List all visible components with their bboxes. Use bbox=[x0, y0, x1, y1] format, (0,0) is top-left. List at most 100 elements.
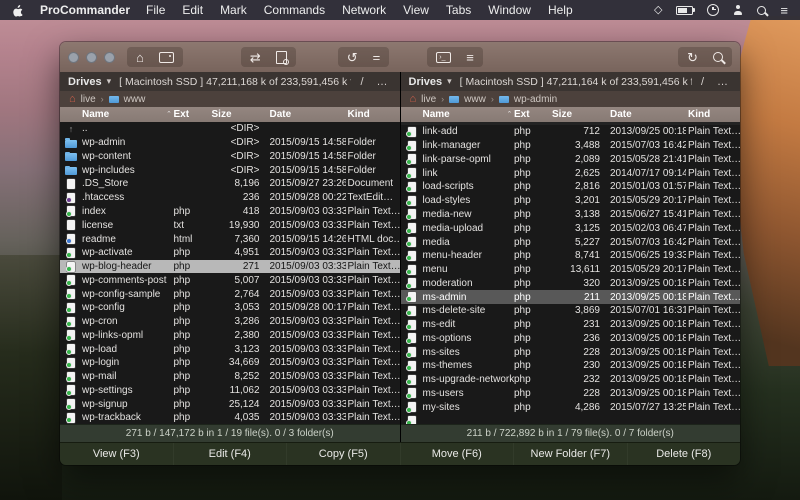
function-key-button[interactable]: Move (F6) bbox=[401, 443, 515, 465]
column-kind[interactable]: Kind bbox=[686, 109, 740, 120]
view-list-icon[interactable]: ≡ bbox=[466, 51, 474, 64]
menu-item[interactable]: Window bbox=[488, 3, 531, 17]
table-row[interactable]: ms-upgrade-network php 232 2013/09/25 00… bbox=[401, 373, 741, 387]
table-row[interactable]: wp-signup php 25,124 2015/09/03 03:33 Pl… bbox=[60, 397, 400, 411]
table-row[interactable]: .DS_Store 8,196 2015/09/27 23:26 Documen… bbox=[60, 177, 400, 191]
table-row[interactable]: wp-load php 3,123 2015/09/03 03:33 Plain… bbox=[60, 342, 400, 356]
column-size[interactable]: Size bbox=[552, 109, 604, 120]
table-row[interactable]: link-add php 712 2013/09/25 00:18 Plain … bbox=[401, 125, 741, 139]
minimize-button[interactable] bbox=[86, 52, 97, 63]
menu-item[interactable]: Network bbox=[342, 3, 386, 17]
function-key-button[interactable]: Edit (F4) bbox=[174, 443, 288, 465]
terminal-icon[interactable]: ›_ bbox=[436, 52, 451, 63]
table-row[interactable]: wp-cron php 3,286 2015/09/03 03:33 Plain… bbox=[60, 315, 400, 329]
table-row[interactable]: menu php 13,611 2015/05/29 20:17 Plain T… bbox=[401, 263, 741, 277]
column-kind[interactable]: Kind bbox=[346, 109, 400, 120]
zoom-button[interactable] bbox=[104, 52, 115, 63]
menu-item[interactable]: Help bbox=[548, 3, 573, 17]
column-date[interactable]: Date bbox=[604, 109, 686, 120]
table-row[interactable]: link php 2,625 2014/07/17 09:14 Plain Te… bbox=[401, 166, 741, 180]
app-menu-title[interactable]: ProCommander bbox=[40, 3, 130, 17]
table-row[interactable]: moderation php 320 2013/09/25 00:18 Plai… bbox=[401, 276, 741, 290]
notification-list-icon[interactable]: ≡ bbox=[780, 4, 788, 17]
search-icon[interactable] bbox=[757, 6, 766, 15]
user-icon[interactable] bbox=[733, 5, 743, 15]
root-button[interactable]: / bbox=[697, 76, 708, 88]
table-row[interactable]: ms-delete-site php 3,869 2015/07/01 16:3… bbox=[401, 304, 741, 318]
table-row[interactable]: menu-header php 8,741 2015/06/25 19:33 P… bbox=[401, 249, 741, 263]
table-row[interactable]: link-manager php 3,488 2015/07/03 16:42 … bbox=[401, 139, 741, 153]
table-row[interactable]: media-upload php 3,125 2015/02/03 06:47 … bbox=[401, 221, 741, 235]
column-ext[interactable]: Ext bbox=[514, 109, 552, 120]
menu-item[interactable]: View bbox=[403, 3, 429, 17]
table-row[interactable]: wp-settings php 11,062 2015/09/03 03:33 … bbox=[60, 384, 400, 398]
table-row[interactable]: media php 5,227 2015/07/03 16:42 Plain T… bbox=[401, 235, 741, 249]
more-button[interactable]: … bbox=[373, 76, 392, 88]
column-name[interactable]: Name ˆ bbox=[60, 109, 174, 120]
table-row[interactable]: load-scripts php 2,816 2015/01/03 01:57 … bbox=[401, 180, 741, 194]
search-icon[interactable] bbox=[713, 52, 723, 62]
menu-item[interactable]: File bbox=[146, 3, 165, 17]
menu-item[interactable]: Commands bbox=[264, 3, 325, 17]
column-name[interactable]: Name ˆ bbox=[401, 109, 515, 120]
table-row[interactable]: wp-links-opml php 2,380 2015/09/03 03:33… bbox=[60, 328, 400, 342]
table-row[interactable]: wp-includes <DIR> 2015/09/15 14:58 Folde… bbox=[60, 163, 400, 177]
function-key-button[interactable]: New Folder (F7) bbox=[514, 443, 628, 465]
file-search-icon[interactable] bbox=[276, 51, 287, 64]
equal-panes-icon[interactable]: = bbox=[373, 51, 381, 64]
column-date[interactable]: Date bbox=[264, 109, 346, 120]
tag-icon[interactable]: ◇ bbox=[654, 5, 662, 16]
column-size[interactable]: Size bbox=[212, 109, 264, 120]
table-row[interactable]: wp-config php 3,053 2015/09/28 00:17 Pla… bbox=[60, 301, 400, 315]
drives-dropdown[interactable]: Drives bbox=[409, 76, 443, 88]
breadcrumb-root[interactable]: live bbox=[81, 94, 96, 105]
close-button[interactable] bbox=[68, 52, 79, 63]
table-row[interactable]: ms-options php 236 2013/09/25 00:18 Plai… bbox=[401, 331, 741, 345]
breadcrumb-root[interactable]: live bbox=[421, 94, 436, 105]
function-key-button[interactable]: View (F3) bbox=[60, 443, 174, 465]
refresh-icon[interactable]: ↺ bbox=[347, 51, 358, 64]
table-row[interactable]: ms-sites php 228 2013/09/25 00:18 Plain … bbox=[401, 345, 741, 359]
table-row[interactable]: .htaccess 236 2015/09/28 00:22 TextEdit… bbox=[60, 191, 400, 205]
table-row[interactable]: my-sites php 4,286 2015/07/27 13:25 Plai… bbox=[401, 400, 741, 414]
breadcrumb-item[interactable]: www bbox=[464, 94, 486, 105]
swap-panes-icon[interactable]: ⇄ bbox=[250, 51, 261, 64]
more-button[interactable]: … bbox=[713, 76, 732, 88]
table-row[interactable]: ms-themes php 230 2013/09/25 00:18 Plain… bbox=[401, 359, 741, 373]
table-row[interactable]: wp-login php 34,669 2015/09/03 03:33 Pla… bbox=[60, 356, 400, 370]
table-row[interactable]: wp-mail php 8,252 2015/09/03 03:33 Plain… bbox=[60, 370, 400, 384]
clock-icon[interactable] bbox=[707, 4, 719, 16]
table-row[interactable]: readme html 7,360 2015/09/15 14:26 HTML … bbox=[60, 232, 400, 246]
battery-icon[interactable] bbox=[676, 6, 693, 15]
table-row[interactable]: ms-users php 228 2013/09/25 00:18 Plain … bbox=[401, 387, 741, 401]
table-row[interactable]: media-new php 3,138 2015/06/27 15:41 Pla… bbox=[401, 208, 741, 222]
drives-dropdown[interactable]: Drives bbox=[68, 76, 102, 88]
table-row[interactable]: wp-content <DIR> 2015/09/15 14:58 Folder bbox=[60, 150, 400, 164]
home-icon[interactable]: ⌂ bbox=[69, 94, 76, 105]
table-row[interactable]: license txt 19,930 2015/09/03 03:33 Plai… bbox=[60, 218, 400, 232]
chevron-down-icon[interactable]: ▾ bbox=[447, 76, 452, 87]
table-row[interactable]: wp-comments-post php 5,007 2015/09/03 03… bbox=[60, 273, 400, 287]
home-icon[interactable]: ⌂ bbox=[136, 51, 144, 64]
table-row[interactable]: index php 418 2015/09/03 03:33 Plain Tex… bbox=[60, 205, 400, 219]
menu-item[interactable]: Tabs bbox=[446, 3, 471, 17]
apple-icon[interactable] bbox=[12, 3, 24, 17]
sync-icon[interactable]: ↻ bbox=[687, 51, 698, 64]
table-row[interactable]: wp-admin <DIR> 2015/09/15 14:58 Folder bbox=[60, 136, 400, 150]
table-row[interactable]: wp-trackback php 4,035 2015/09/03 03:33 … bbox=[60, 411, 400, 424]
function-key-button[interactable]: Delete (F8) bbox=[628, 443, 741, 465]
table-row[interactable]: .. <DIR> bbox=[60, 122, 400, 136]
table-row[interactable]: wp-blog-header php 271 2015/09/03 03:33 … bbox=[60, 260, 400, 274]
table-row[interactable]: wp-config-sample php 2,764 2015/09/03 03… bbox=[60, 287, 400, 301]
menu-item[interactable]: Edit bbox=[182, 3, 203, 17]
table-row[interactable]: link-parse-opml php 2,089 2015/05/28 21:… bbox=[401, 153, 741, 167]
column-ext[interactable]: Ext bbox=[174, 109, 212, 120]
home-icon[interactable]: ⌂ bbox=[410, 94, 417, 105]
menu-item[interactable]: Mark bbox=[220, 3, 247, 17]
chevron-down-icon[interactable]: ▾ bbox=[107, 76, 112, 87]
breadcrumb-item[interactable]: wp-admin bbox=[514, 94, 557, 105]
table-row[interactable]: ms-edit php 231 2013/09/25 00:18 Plain T… bbox=[401, 318, 741, 332]
function-key-button[interactable]: Copy (F5) bbox=[287, 443, 401, 465]
table-row[interactable]: ms-admin php 211 2013/09/25 00:18 Plain … bbox=[401, 290, 741, 304]
table-row[interactable]: load-styles php 3,201 2015/05/29 20:17 P… bbox=[401, 194, 741, 208]
